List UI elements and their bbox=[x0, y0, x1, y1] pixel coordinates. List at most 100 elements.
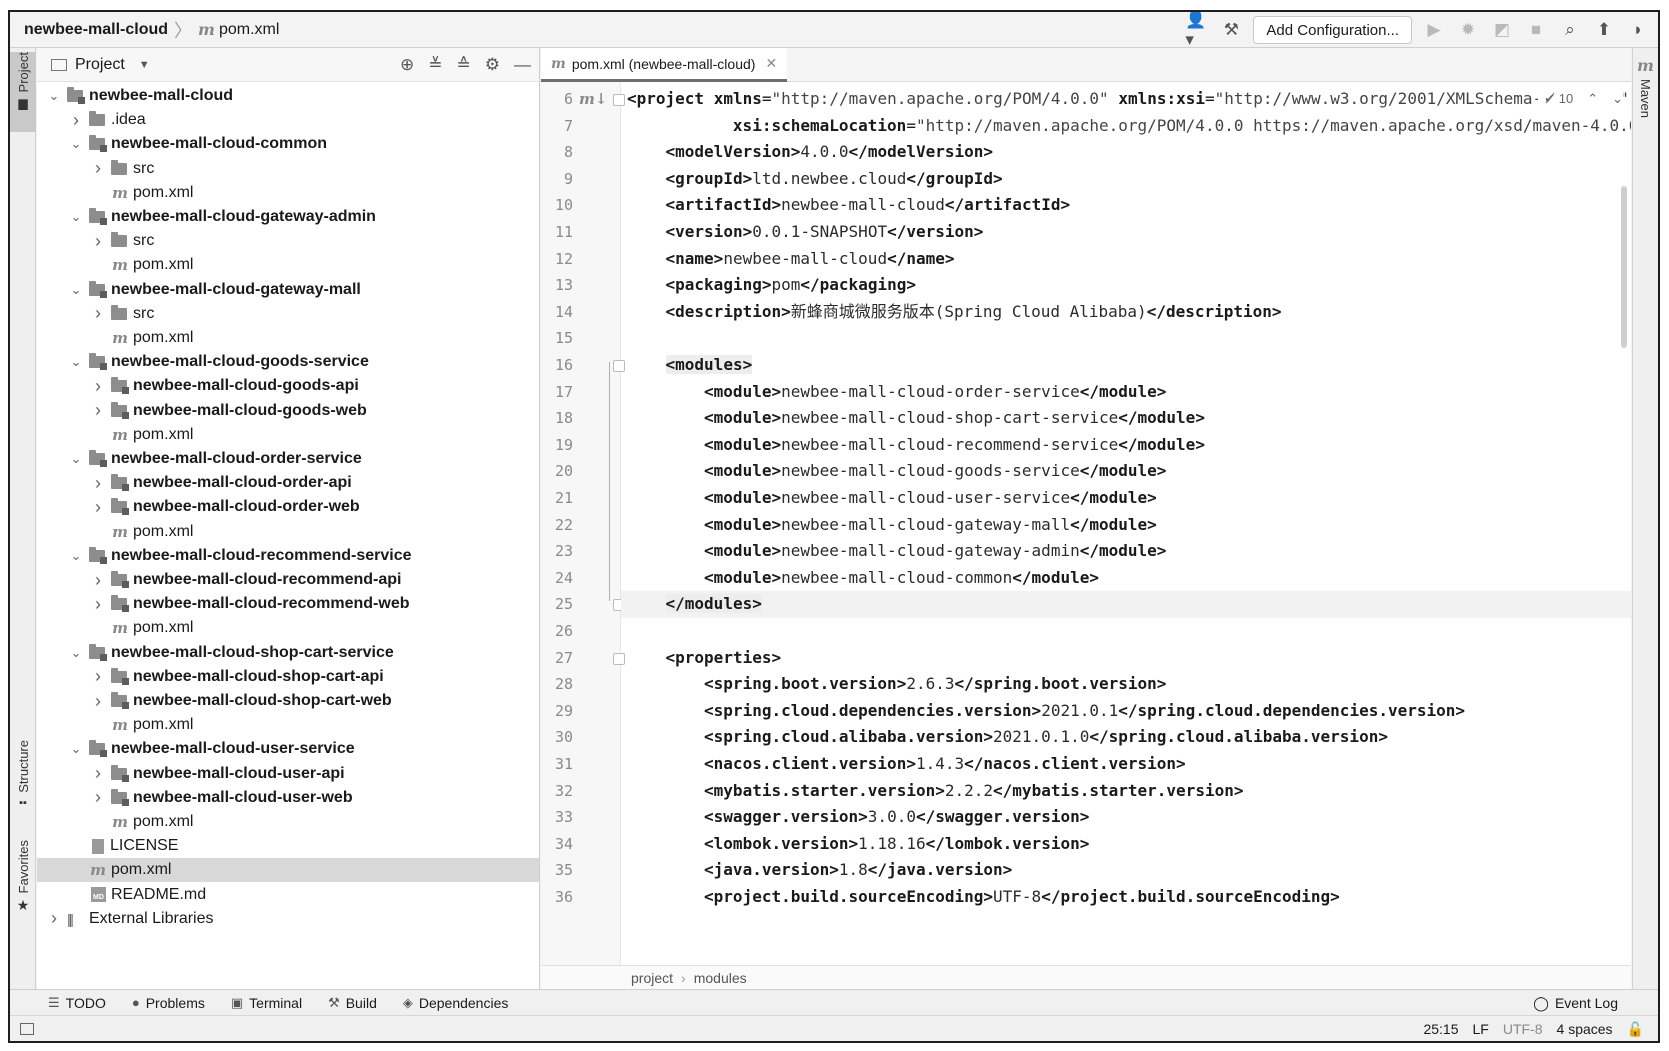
close-icon[interactable]: ✕ bbox=[765, 55, 777, 72]
chevron-right-icon[interactable]: › bbox=[91, 400, 105, 421]
collapse-all-icon[interactable]: ≙ bbox=[457, 55, 471, 75]
code-line[interactable]: <spring.boot.version>2.6.3</spring.boot.… bbox=[621, 671, 1631, 698]
tree-item[interactable]: ⌄ newbee-mall-cloud-goods-service bbox=[37, 350, 539, 374]
tree-item[interactable]: › newbee-mall-cloud-shop-cart-web bbox=[37, 689, 539, 713]
tree-item[interactable]: › src bbox=[37, 157, 539, 181]
tool-build[interactable]: ⚒ Build bbox=[328, 995, 377, 1011]
line-separator[interactable]: LF bbox=[1473, 1021, 1489, 1037]
tree-item[interactable]: › newbee-mall-cloud-goods-api bbox=[37, 374, 539, 398]
code-line[interactable]: </modules> bbox=[621, 591, 1631, 618]
tab-favorites[interactable]: Favorites ★ bbox=[10, 840, 36, 930]
tree-item[interactable]: ⌄ newbee-mall-cloud-common bbox=[37, 132, 539, 156]
code-line[interactable]: <spring.cloud.alibaba.version>2021.0.1.0… bbox=[621, 724, 1631, 751]
chevron-right-icon[interactable]: › bbox=[91, 787, 105, 808]
chevron-right-icon[interactable]: › bbox=[91, 594, 105, 615]
chevron-down-icon[interactable]: ⌄ bbox=[69, 741, 83, 757]
tree-item[interactable]: ⌄ newbee-mall-cloud-order-service bbox=[37, 447, 539, 471]
chevron-down-icon[interactable]: ⌄ bbox=[69, 354, 83, 370]
tool-event-log[interactable]: ◯ Event Log bbox=[1533, 990, 1618, 1016]
chevron-right-icon[interactable]: › bbox=[91, 691, 105, 712]
chevron-down-icon[interactable]: ⌄ bbox=[69, 548, 83, 564]
code-line[interactable]: <modules> bbox=[621, 352, 1631, 379]
update-icon[interactable]: ⬆ bbox=[1592, 18, 1616, 42]
editor-scrollbar[interactable] bbox=[1621, 186, 1627, 348]
add-configuration-button[interactable]: Add Configuration... bbox=[1253, 16, 1412, 44]
chevron-right-icon[interactable]: › bbox=[91, 473, 105, 494]
coverage-icon[interactable]: ◩ bbox=[1490, 18, 1514, 42]
nav-project-name[interactable]: newbee-mall-cloud bbox=[24, 21, 168, 39]
stop-icon[interactable]: ■ bbox=[1524, 18, 1548, 42]
code-line[interactable]: <nacos.client.version>1.4.3</nacos.clien… bbox=[621, 751, 1631, 778]
code-line[interactable]: <module>newbee-mall-cloud-user-service</… bbox=[621, 485, 1631, 512]
tab-project[interactable]: Project ▆ bbox=[10, 52, 36, 132]
tree-item[interactable]: LICENSE bbox=[37, 834, 539, 858]
tree-item[interactable]: m pom.xml bbox=[37, 616, 539, 640]
code-line[interactable]: <artifactId>newbee-mall-cloud</artifactI… bbox=[621, 192, 1631, 219]
chevron-down-icon[interactable]: ⌄ bbox=[69, 136, 83, 152]
file-encoding[interactable]: UTF-8 bbox=[1503, 1021, 1543, 1037]
caret-position[interactable]: 25:15 bbox=[1423, 1021, 1458, 1037]
tree-item[interactable]: m pom.xml bbox=[37, 810, 539, 834]
tree-item[interactable]: ⌄ newbee-mall-cloud-shop-cart-service bbox=[37, 641, 539, 665]
tree-item[interactable]: ⌄ newbee-mall-cloud-recommend-service bbox=[37, 544, 539, 568]
expand-all-icon[interactable]: ≚ bbox=[428, 55, 442, 75]
maven-icon[interactable]: m bbox=[1637, 56, 1654, 75]
tool-terminal[interactable]: ▣ Terminal bbox=[231, 995, 302, 1011]
inspection-widget[interactable]: ✔̸ 10 ⌃ ⌄ bbox=[1538, 86, 1623, 112]
tree-item[interactable]: › newbee-mall-cloud-order-api bbox=[37, 471, 539, 495]
chevron-down-icon[interactable]: ⌄ bbox=[69, 451, 83, 467]
tree-item[interactable]: › newbee-mall-cloud-recommend-api bbox=[37, 568, 539, 592]
tree-item[interactable]: ⌄ newbee-mall-cloud bbox=[37, 84, 539, 108]
tree-item[interactable]: m pom.xml bbox=[37, 713, 539, 737]
tree-item[interactable]: ⌄ newbee-mall-cloud-gateway-admin bbox=[37, 205, 539, 229]
code-line[interactable]: <module>newbee-mall-cloud-gateway-admin<… bbox=[621, 538, 1631, 565]
chevron-up-icon[interactable]: ⌃ bbox=[1587, 91, 1598, 107]
chevron-right-icon[interactable]: › bbox=[91, 376, 105, 397]
chevron-down-icon[interactable]: ⌄ bbox=[69, 645, 83, 661]
code-line[interactable]: <properties> bbox=[621, 645, 1631, 672]
code-line[interactable]: <java.version>1.8</java.version> bbox=[621, 857, 1631, 884]
tree-item[interactable]: › src bbox=[37, 302, 539, 326]
chevron-right-icon[interactable]: › bbox=[91, 158, 105, 179]
tab-structure[interactable]: Structure ▪▪ bbox=[10, 740, 36, 830]
ide-icon[interactable]: ◗ bbox=[1626, 18, 1650, 42]
tree-item[interactable]: › newbee-mall-cloud-order-web bbox=[37, 495, 539, 519]
user-icon[interactable]: 👤▾ bbox=[1185, 12, 1209, 49]
code-view[interactable]: <project xmlns="http://maven.apache.org/… bbox=[621, 82, 1631, 965]
code-line[interactable]: <modelVersion>4.0.0</modelVersion> bbox=[621, 139, 1631, 166]
chevron-right-icon[interactable]: › bbox=[91, 497, 105, 518]
tree-item[interactable]: › src bbox=[37, 229, 539, 253]
tree-item[interactable]: m pom.xml bbox=[37, 858, 539, 883]
nav-file-name[interactable]: pom.xml bbox=[219, 21, 279, 39]
lock-icon[interactable]: 🔓 bbox=[1627, 1021, 1644, 1038]
project-panel-title[interactable]: Project bbox=[75, 56, 125, 74]
tree-item[interactable]: ⌄ newbee-mall-cloud-gateway-mall bbox=[37, 278, 539, 302]
chevron-right-icon[interactable]: › bbox=[69, 110, 83, 131]
tree-item[interactable]: MD README.md bbox=[37, 883, 539, 907]
code-line[interactable]: <module>newbee-mall-cloud-order-service<… bbox=[621, 379, 1631, 406]
tree-item[interactable]: › newbee-mall-cloud-user-web bbox=[37, 786, 539, 810]
code-line[interactable]: <module>newbee-mall-cloud-common</module… bbox=[621, 565, 1631, 592]
tree-item[interactable]: m pom.xml bbox=[37, 423, 539, 447]
tree-item[interactable]: › newbee-mall-cloud-user-api bbox=[37, 762, 539, 786]
code-line[interactable]: xsi:schemaLocation="http://maven.apache.… bbox=[621, 113, 1631, 140]
chevron-right-icon[interactable]: › bbox=[91, 231, 105, 252]
tool-problems[interactable]: ● Problems bbox=[132, 995, 205, 1011]
tree-item[interactable]: m pom.xml bbox=[37, 326, 539, 350]
tree-item[interactable]: m pom.xml bbox=[37, 253, 539, 277]
locate-icon[interactable]: ⊕ bbox=[400, 55, 414, 75]
chevron-right-icon[interactable]: › bbox=[91, 570, 105, 591]
tool-todo[interactable]: ☰ TODO bbox=[48, 995, 106, 1011]
chevron-right-icon[interactable]: › bbox=[91, 303, 105, 324]
indent-setting[interactable]: 4 spaces bbox=[1557, 1021, 1613, 1037]
hammer-icon[interactable]: ⚒ bbox=[1219, 18, 1243, 42]
tool-dependencies[interactable]: ◈ Dependencies bbox=[403, 995, 509, 1011]
code-line[interactable] bbox=[621, 325, 1631, 352]
tree-item[interactable]: ⌄ newbee-mall-cloud-user-service bbox=[37, 737, 539, 761]
code-line[interactable]: <swagger.version>3.0.0</swagger.version> bbox=[621, 804, 1631, 831]
debug-icon[interactable]: ✹ bbox=[1456, 18, 1480, 42]
chevron-right-icon[interactable]: › bbox=[91, 763, 105, 784]
minimize-icon[interactable]: — bbox=[514, 55, 531, 75]
chevron-right-icon[interactable]: › bbox=[91, 666, 105, 687]
tab-maven[interactable]: Maven bbox=[1638, 79, 1653, 118]
